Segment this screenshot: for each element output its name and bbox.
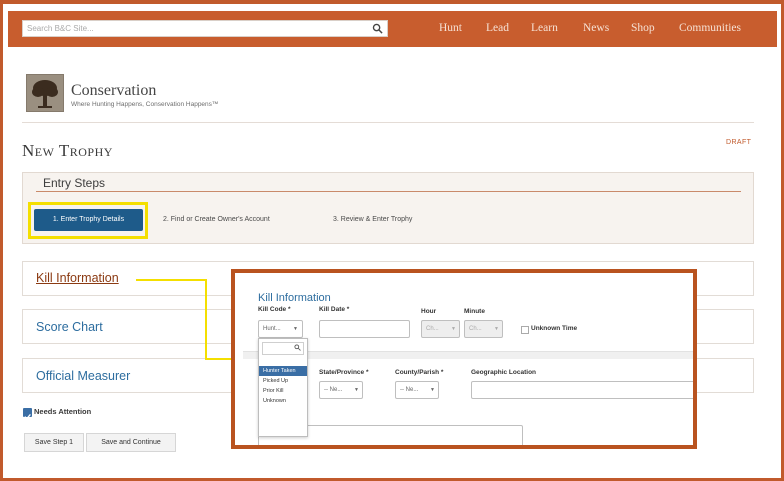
score-chart-link[interactable]: Score Chart: [36, 320, 103, 334]
chevron-down-icon: ▼: [430, 387, 435, 393]
nav-hunt[interactable]: Hunt: [439, 22, 462, 34]
option-picked-up[interactable]: Picked Up: [259, 376, 307, 386]
nav-learn[interactable]: Learn: [531, 22, 558, 34]
kill-code-select[interactable]: Hunt... ▼: [258, 320, 303, 338]
save-step-button[interactable]: Save Step 1: [24, 433, 84, 452]
site-search[interactable]: [22, 20, 388, 37]
minute-label: Minute: [464, 308, 485, 315]
tree-logo-icon: [32, 80, 58, 108]
chevron-down-icon: ▼: [451, 326, 456, 332]
needs-attention-label: Needs Attention: [34, 407, 92, 416]
kill-code-dropdown: Hunter Taken Picked Up Prior Kill Unknow…: [258, 338, 308, 437]
form-divider: [243, 351, 693, 359]
kill-code-value: Hunt...: [263, 326, 281, 332]
chevron-down-icon: ▼: [494, 326, 499, 332]
site-tagline: Where Hunting Happens, Conservation Happ…: [71, 101, 219, 108]
search-icon: [294, 344, 301, 351]
county-parish-select[interactable]: -- Ne... ▼: [395, 381, 439, 399]
chevron-down-icon: ▼: [293, 326, 298, 332]
kill-date-label: Kill Date *: [319, 306, 350, 313]
minute-value: Ch...: [469, 326, 482, 332]
search-icon[interactable]: [372, 23, 383, 34]
official-measurer-link[interactable]: Official Measurer: [36, 369, 130, 383]
option-unknown[interactable]: Unknown: [259, 396, 307, 406]
minute-select[interactable]: Ch... ▼: [464, 320, 503, 338]
site-name: Conservation: [71, 82, 157, 99]
save-continue-button[interactable]: Save and Continue: [86, 433, 176, 452]
hour-select[interactable]: Ch... ▼: [421, 320, 460, 338]
state-value: -- Ne...: [324, 387, 343, 393]
kill-information-link[interactable]: Kill Information: [36, 271, 119, 285]
nav-news[interactable]: News: [583, 22, 609, 34]
state-province-label: State/Province *: [319, 369, 369, 376]
nav-lead[interactable]: Lead: [486, 22, 509, 34]
option-hunter-taken[interactable]: Hunter Taken: [259, 366, 307, 376]
step-3-link[interactable]: 3. Review & Enter Trophy: [333, 216, 412, 223]
hour-value: Ch...: [426, 326, 439, 332]
search-input[interactable]: [27, 21, 357, 36]
callout-line-horizontal: [136, 279, 206, 281]
header-divider: [22, 122, 754, 123]
chevron-down-icon: ▼: [354, 387, 359, 393]
kill-code-label: Kill Code *: [258, 306, 291, 313]
entry-steps-divider: [36, 191, 741, 192]
step-1-button[interactable]: 1. Enter Trophy Details: [34, 209, 143, 231]
site-logo[interactable]: [26, 74, 64, 112]
state-province-select[interactable]: -- Ne... ▼: [319, 381, 363, 399]
option-prior-kill[interactable]: Prior Kill: [259, 386, 307, 396]
dropdown-search-input[interactable]: [262, 342, 304, 355]
zoom-inset: Kill Information Kill Code * Kill Date *…: [231, 269, 697, 449]
step-2-link[interactable]: 2. Find or Create Owner's Account: [163, 216, 270, 223]
geographic-location-input[interactable]: [471, 381, 693, 399]
county-value: -- Ne...: [400, 387, 419, 393]
kill-date-input[interactable]: [319, 320, 410, 338]
callout-line-vertical: [205, 279, 207, 359]
hour-label: Hour: [421, 308, 437, 315]
geographic-location-label: Geographic Location: [471, 369, 537, 376]
unknown-time-checkbox[interactable]: [521, 326, 529, 334]
status-badge: DRAFT: [726, 139, 752, 146]
entry-steps-title: Entry Steps: [43, 176, 106, 190]
unknown-time-label: Unknown Time: [531, 325, 578, 332]
nav-communities[interactable]: Communities: [679, 22, 741, 34]
page-title: New Trophy: [22, 141, 113, 160]
county-parish-label: County/Parish *: [395, 369, 444, 376]
checkbox-checked-icon[interactable]: [23, 408, 32, 420]
zoom-kill-information-title: Kill Information: [258, 292, 331, 304]
nav-shop[interactable]: Shop: [631, 22, 655, 34]
callout-line-horizontal-2: [205, 358, 233, 360]
